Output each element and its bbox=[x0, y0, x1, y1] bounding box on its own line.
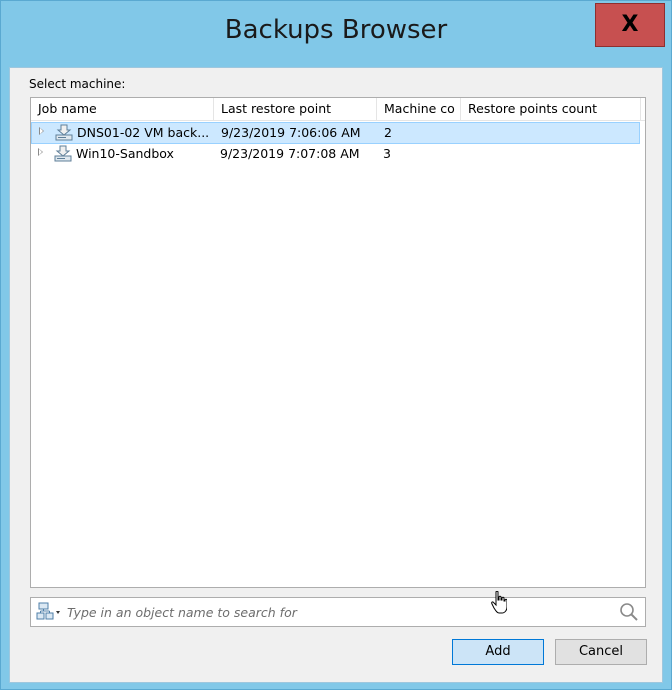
job-name-cell: Win10-Sandbox bbox=[76, 146, 174, 161]
dialog-body: Select machine: Job name Last restore po… bbox=[9, 67, 663, 683]
backup-job-icon bbox=[55, 124, 73, 141]
cancel-button[interactable]: Cancel bbox=[555, 639, 647, 665]
search-icon[interactable] bbox=[619, 602, 639, 622]
mouse-cursor-icon bbox=[491, 591, 507, 614]
machine-list[interactable]: Job name Last restore point Machine co R… bbox=[30, 97, 646, 588]
expand-arrow-icon[interactable] bbox=[39, 127, 44, 135]
backup-job-icon bbox=[54, 145, 72, 162]
window-title: Backups Browser bbox=[224, 15, 448, 45]
restore-points-count-cell bbox=[468, 123, 638, 143]
restore-points-count-cell bbox=[467, 144, 637, 164]
scope-dropdown-icon bbox=[36, 602, 60, 620]
expand-arrow-icon[interactable] bbox=[38, 148, 43, 156]
last-restore-point-cell: 9/23/2019 7:06:06 AM bbox=[221, 125, 361, 140]
title-bar[interactable]: Backups Browser X bbox=[1, 1, 671, 67]
column-header-machine-count[interactable]: Machine co bbox=[377, 98, 461, 120]
list-header: Job name Last restore point Machine co R… bbox=[31, 98, 645, 121]
column-header-restore-points-count[interactable]: Restore points count bbox=[461, 98, 641, 120]
search-input[interactable] bbox=[67, 601, 607, 623]
table-row[interactable]: Win10-Sandbox 9/23/2019 7:07:08 AM 3 bbox=[31, 144, 640, 166]
table-row[interactable]: DNS01-02 VM back... 9/23/2019 7:06:06 AM… bbox=[31, 122, 640, 144]
column-header-last-restore-point[interactable]: Last restore point bbox=[214, 98, 377, 120]
close-button[interactable]: X bbox=[595, 3, 665, 47]
machine-count-cell: 3 bbox=[383, 146, 391, 161]
select-machine-label: Select machine: bbox=[29, 77, 126, 91]
backups-browser-window: Backups Browser X Select machine: Job na… bbox=[0, 0, 672, 690]
machine-count-cell: 2 bbox=[384, 125, 392, 140]
close-icon: X bbox=[621, 12, 639, 37]
job-name-cell: DNS01-02 VM back... bbox=[77, 125, 210, 140]
last-restore-point-cell: 9/23/2019 7:07:08 AM bbox=[220, 146, 360, 161]
scope-dropdown-button[interactable] bbox=[34, 601, 64, 623]
add-button[interactable]: Add bbox=[452, 639, 544, 665]
column-header-job-name[interactable]: Job name bbox=[31, 98, 214, 120]
search-bar bbox=[30, 597, 646, 627]
